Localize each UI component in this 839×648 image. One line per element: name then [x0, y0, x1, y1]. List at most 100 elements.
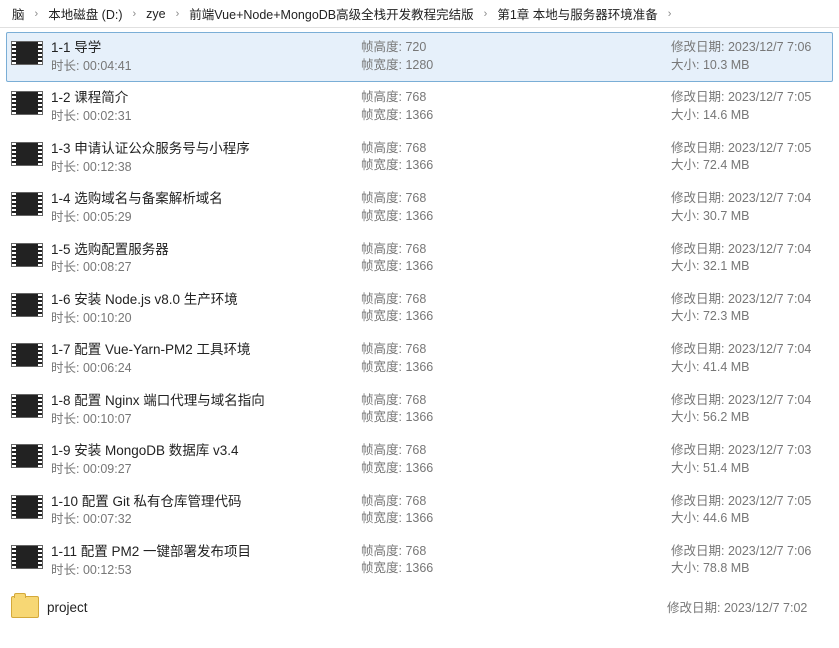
file-size: 大小: 32.1 MB [671, 258, 828, 276]
file-name: 1-6 安装 Node.js v8.0 生产环境 [51, 291, 361, 310]
file-size: 大小: 78.8 MB [671, 560, 828, 578]
chevron-right-icon: › [29, 8, 45, 20]
modified-date: 修改日期: 2023/12/7 7:04 [671, 190, 828, 208]
frame-height: 帧高度: 768 [361, 392, 671, 410]
file-duration: 时长: 00:02:31 [51, 108, 361, 126]
frame-width: 帧宽度: 1366 [361, 157, 671, 175]
frame-height: 帧高度: 720 [361, 39, 671, 57]
breadcrumb-item[interactable]: zye [142, 7, 169, 21]
frame-height: 帧高度: 768 [361, 190, 671, 208]
file-name: 1-11 配置 PM2 一键部署发布项目 [51, 543, 361, 562]
modified-date: 修改日期: 2023/12/7 7:06 [671, 39, 828, 57]
frame-height: 帧高度: 768 [361, 140, 671, 158]
file-row[interactable]: 1-9 安装 MongoDB 数据库 v3.4时长: 00:09:27帧高度: … [6, 435, 833, 485]
chevron-right-icon: › [662, 8, 678, 20]
file-row[interactable]: 1-10 配置 Git 私有仓库管理代码时长: 00:07:32帧高度: 768… [6, 486, 833, 536]
frame-width: 帧宽度: 1366 [361, 359, 671, 377]
video-thumbnail-icon [11, 545, 43, 569]
file-size: 大小: 30.7 MB [671, 208, 828, 226]
frame-width: 帧宽度: 1366 [361, 308, 671, 326]
chevron-right-icon: › [170, 8, 186, 20]
file-duration: 时长: 00:10:20 [51, 310, 361, 328]
modified-date: 修改日期: 2023/12/7 7:05 [671, 89, 828, 107]
video-thumbnail-icon [11, 192, 43, 216]
modified-date: 修改日期: 2023/12/7 7:04 [671, 291, 828, 309]
file-name: 1-4 选购域名与备案解析域名 [51, 190, 361, 209]
file-row[interactable]: 1-1 导学时长: 00:04:41帧高度: 720帧宽度: 1280修改日期:… [6, 32, 833, 82]
folder-row[interactable]: project 修改日期: 2023/12/7 7:02 [6, 586, 833, 630]
video-thumbnail-icon [11, 142, 43, 166]
breadcrumb[interactable]: 脑 › 本地磁盘 (D:) › zye › 前端Vue+Node+MongoDB… [0, 0, 839, 28]
breadcrumb-item[interactable]: 本地磁盘 (D:) [44, 4, 126, 23]
file-duration: 时长: 00:12:38 [51, 159, 361, 177]
file-duration: 时长: 00:05:29 [51, 209, 361, 227]
frame-width: 帧宽度: 1366 [361, 460, 671, 478]
file-row[interactable]: 1-3 申请认证公众服务号与小程序时长: 00:12:38帧高度: 768帧宽度… [6, 133, 833, 183]
frame-width: 帧宽度: 1280 [361, 57, 671, 75]
file-row[interactable]: 1-4 选购域名与备案解析域名时长: 00:05:29帧高度: 768帧宽度: … [6, 183, 833, 233]
file-name: 1-1 导学 [51, 39, 361, 58]
file-list[interactable]: 1-1 导学时长: 00:04:41帧高度: 720帧宽度: 1280修改日期:… [0, 28, 839, 634]
file-row[interactable]: 1-8 配置 Nginx 端口代理与域名指向时长: 00:10:07帧高度: 7… [6, 385, 833, 435]
frame-height: 帧高度: 768 [361, 442, 671, 460]
file-name: 1-2 课程简介 [51, 89, 361, 108]
breadcrumb-item[interactable]: 前端Vue+Node+MongoDB高级全栈开发教程完结版 [185, 4, 477, 23]
frame-width: 帧宽度: 1366 [361, 510, 671, 528]
file-row[interactable]: 1-2 课程简介时长: 00:02:31帧高度: 768帧宽度: 1366修改日… [6, 82, 833, 132]
file-duration: 时长: 00:08:27 [51, 259, 361, 277]
file-size: 大小: 51.4 MB [671, 460, 828, 478]
frame-width: 帧宽度: 1366 [361, 409, 671, 427]
frame-height: 帧高度: 768 [361, 341, 671, 359]
frame-height: 帧高度: 768 [361, 291, 671, 309]
file-row[interactable]: 1-11 配置 PM2 一键部署发布项目时长: 00:12:53帧高度: 768… [6, 536, 833, 586]
video-thumbnail-icon [11, 243, 43, 267]
frame-height: 帧高度: 768 [361, 543, 671, 561]
file-name: 1-9 安装 MongoDB 数据库 v3.4 [51, 442, 361, 461]
video-thumbnail-icon [11, 41, 43, 65]
frame-width: 帧宽度: 1366 [361, 258, 671, 276]
frame-height: 帧高度: 768 [361, 241, 671, 259]
video-thumbnail-icon [11, 343, 43, 367]
file-size: 大小: 10.3 MB [671, 57, 828, 75]
video-thumbnail-icon [11, 444, 43, 468]
modified-date: 修改日期: 2023/12/7 7:04 [671, 392, 828, 410]
modified-date: 修改日期: 2023/12/7 7:06 [671, 543, 828, 561]
file-duration: 时长: 00:07:32 [51, 511, 361, 529]
chevron-right-icon: › [478, 8, 494, 20]
modified-date: 修改日期: 2023/12/7 7:02 [667, 600, 828, 618]
modified-date: 修改日期: 2023/12/7 7:04 [671, 241, 828, 259]
video-thumbnail-icon [11, 91, 43, 115]
frame-height: 帧高度: 768 [361, 89, 671, 107]
folder-icon [11, 596, 39, 618]
frame-height: 帧高度: 768 [361, 493, 671, 511]
file-size: 大小: 56.2 MB [671, 409, 828, 427]
file-size: 大小: 14.6 MB [671, 107, 828, 125]
frame-width: 帧宽度: 1366 [361, 107, 671, 125]
video-thumbnail-icon [11, 394, 43, 418]
file-size: 大小: 72.4 MB [671, 157, 828, 175]
video-thumbnail-icon [11, 495, 43, 519]
file-duration: 时长: 00:09:27 [51, 461, 361, 479]
modified-date: 修改日期: 2023/12/7 7:04 [671, 341, 828, 359]
file-row[interactable]: 1-6 安装 Node.js v8.0 生产环境时长: 00:10:20帧高度:… [6, 284, 833, 334]
file-duration: 时长: 00:04:41 [51, 58, 361, 76]
file-name: 1-5 选购配置服务器 [51, 241, 361, 260]
file-name: 1-8 配置 Nginx 端口代理与域名指向 [51, 392, 361, 411]
file-duration: 时长: 00:06:24 [51, 360, 361, 378]
modified-date: 修改日期: 2023/12/7 7:03 [671, 442, 828, 460]
file-name: 1-10 配置 Git 私有仓库管理代码 [51, 493, 361, 512]
file-name: 1-3 申请认证公众服务号与小程序 [51, 140, 361, 159]
file-duration: 时长: 00:10:07 [51, 411, 361, 429]
file-size: 大小: 41.4 MB [671, 359, 828, 377]
file-name: project [47, 599, 357, 618]
breadcrumb-item[interactable]: 脑 [8, 4, 29, 23]
modified-date: 修改日期: 2023/12/7 7:05 [671, 140, 828, 158]
file-size: 大小: 72.3 MB [671, 308, 828, 326]
frame-width: 帧宽度: 1366 [361, 208, 671, 226]
file-row[interactable]: 1-5 选购配置服务器时长: 00:08:27帧高度: 768帧宽度: 1366… [6, 234, 833, 284]
file-row[interactable]: 1-7 配置 Vue-Yarn-PM2 工具环境时长: 00:06:24帧高度:… [6, 334, 833, 384]
breadcrumb-item[interactable]: 第1章 本地与服务器环境准备 [493, 4, 661, 23]
file-name: 1-7 配置 Vue-Yarn-PM2 工具环境 [51, 341, 361, 360]
video-thumbnail-icon [11, 293, 43, 317]
frame-width: 帧宽度: 1366 [361, 560, 671, 578]
